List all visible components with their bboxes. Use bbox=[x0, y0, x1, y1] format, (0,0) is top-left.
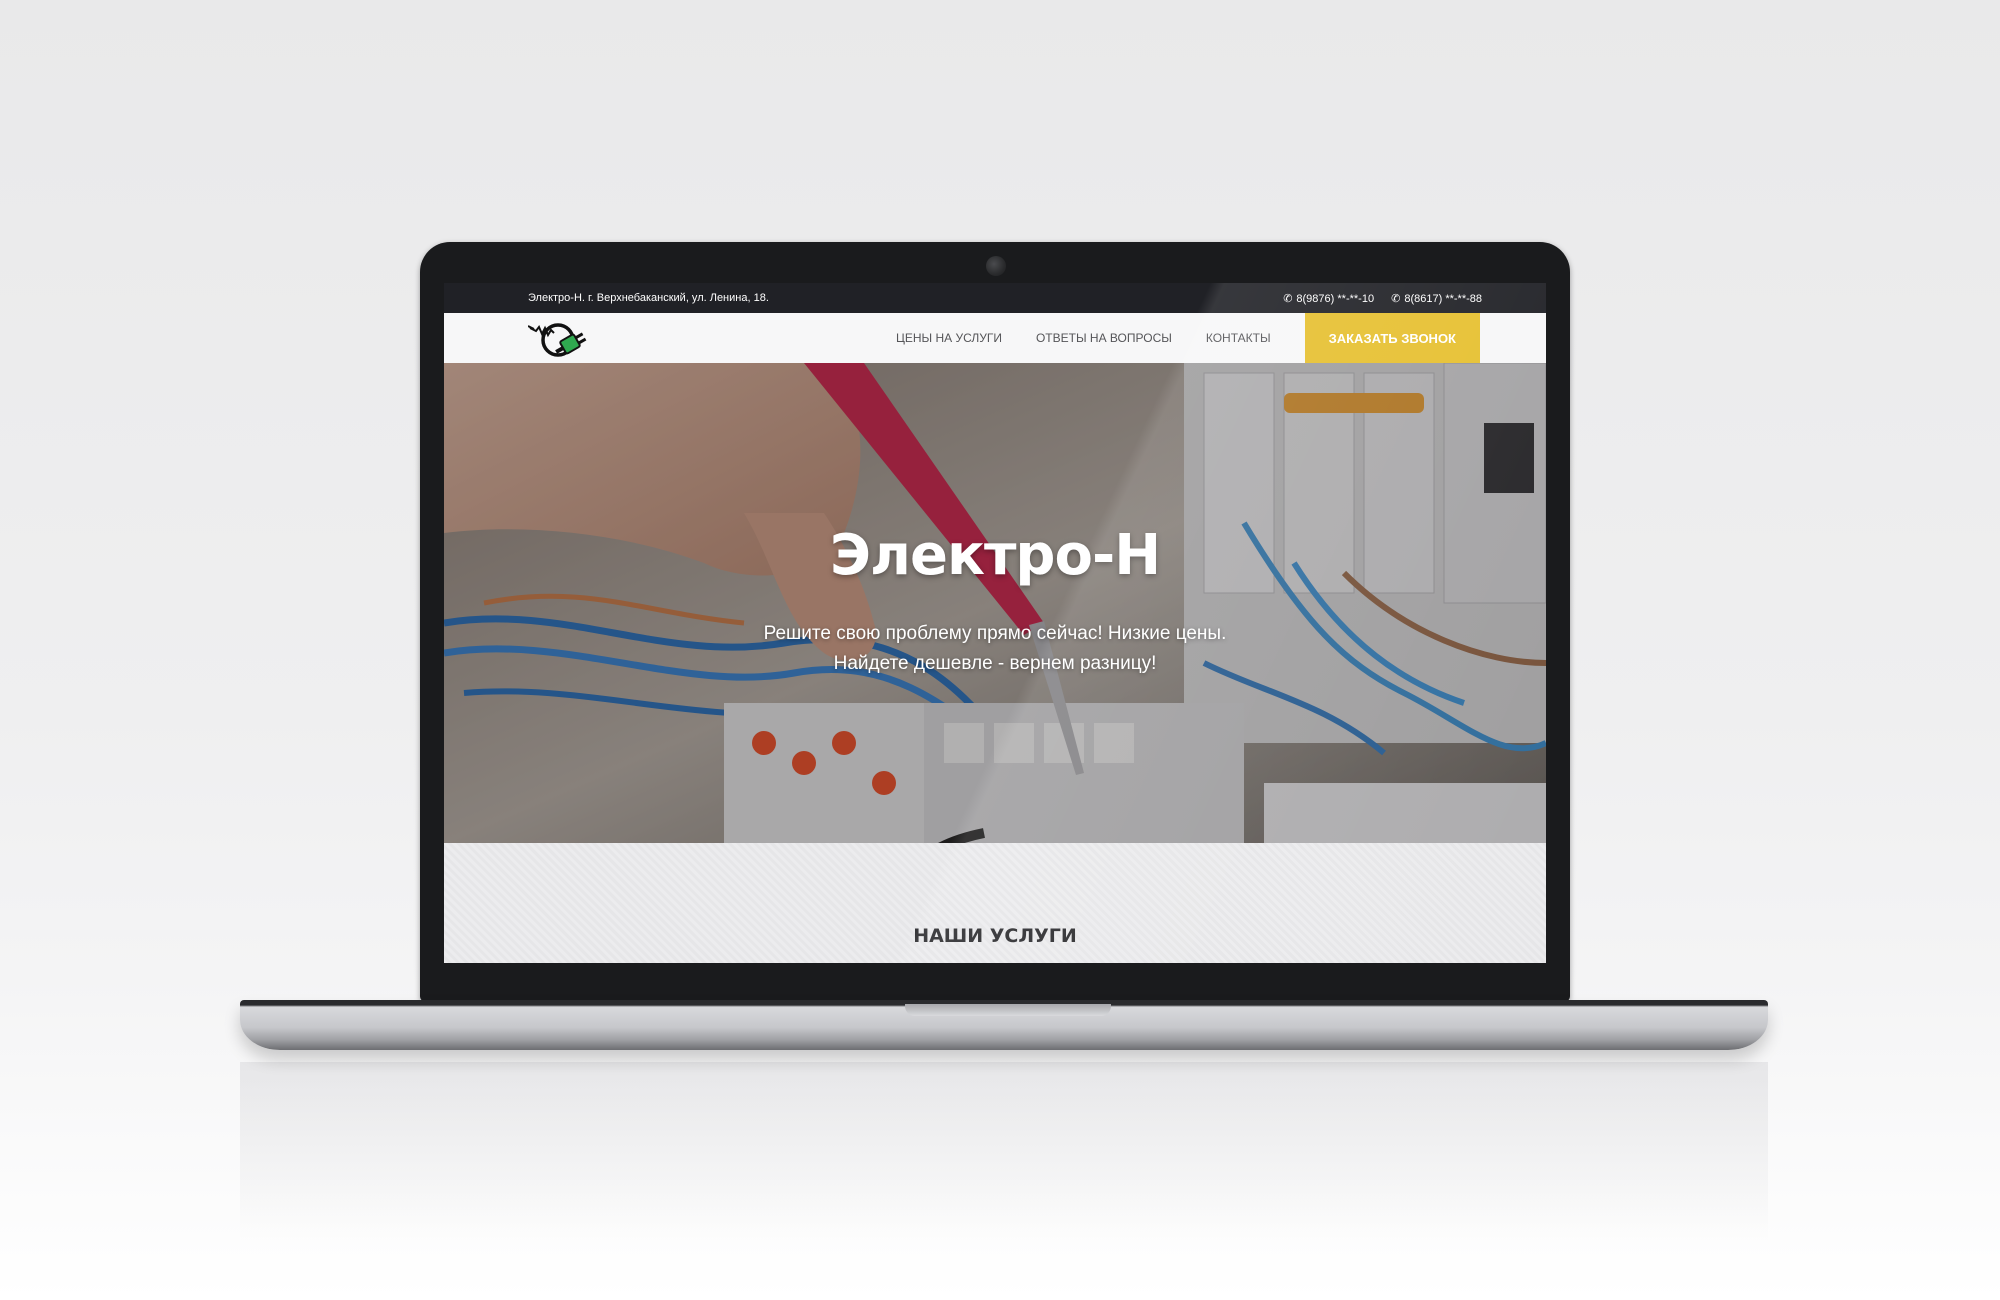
phone-icon: ✆ bbox=[1391, 293, 1401, 305]
services-heading: НАШИ УСЛУГИ bbox=[913, 925, 1077, 947]
hero-dark-overlay bbox=[444, 363, 1546, 843]
hero-banner: Электро-Н Решите свою проблему прямо сей… bbox=[444, 363, 1546, 843]
company-address: Электро-Н. г. Верхнебаканский, ул. Ленин… bbox=[528, 292, 769, 304]
main-navbar: ЦЕНЫ НА УСЛУГИ ОТВЕТЫ НА ВОПРОСЫ КОНТАКТ… bbox=[444, 313, 1546, 363]
nav-link-contacts[interactable]: КОНТАКТЫ bbox=[1206, 331, 1271, 345]
phone-number: 8(8617) **-**-88 bbox=[1404, 293, 1482, 305]
nav-link-faq[interactable]: ОТВЕТЫ НА ВОПРОСЫ bbox=[1036, 331, 1172, 345]
services-section: НАШИ УСЛУГИ bbox=[444, 843, 1546, 963]
hero-title: Электро-Н bbox=[829, 523, 1161, 588]
phone-list: ✆ 8(9876) **-**-10 ✆ 8(8617) **-**-88 bbox=[1269, 292, 1482, 305]
electric-plug-logo[interactable] bbox=[527, 318, 592, 360]
hero-subtitle-line: Решите свою проблему прямо сейчас! Низки… bbox=[763, 623, 1227, 644]
phone-number: 8(9876) **-**-10 bbox=[1296, 293, 1375, 305]
hero-subtitle: Решите свою проблему прямо сейчас! Низки… bbox=[444, 619, 1546, 679]
phone-icon: ✆ bbox=[1283, 293, 1293, 305]
webcam bbox=[986, 256, 1006, 276]
hero-subtitle-line: Найдете дешевле - вернем разницу! bbox=[833, 653, 1157, 674]
phone-item[interactable]: ✆ 8(9876) **-**-10 bbox=[1283, 293, 1377, 305]
nav-link-prices[interactable]: ЦЕНЫ НА УСЛУГИ bbox=[896, 331, 1002, 345]
order-call-button[interactable]: ЗАКАЗАТЬ ЗВОНОК bbox=[1304, 313, 1480, 363]
nav-links: ЦЕНЫ НА УСЛУГИ ОТВЕТЫ НА ВОПРОСЫ КОНТАКТ… bbox=[896, 313, 1480, 363]
phone-item[interactable]: ✆ 8(8617) **-**-88 bbox=[1391, 293, 1482, 305]
floor-reflection bbox=[240, 1062, 1768, 1242]
laptop-screen: Электро-Н. г. Верхнебаканский, ул. Ленин… bbox=[444, 283, 1546, 963]
laptop-opening-notch bbox=[905, 1004, 1111, 1016]
top-info-bar: Электро-Н. г. Верхнебаканский, ул. Ленин… bbox=[444, 283, 1546, 313]
